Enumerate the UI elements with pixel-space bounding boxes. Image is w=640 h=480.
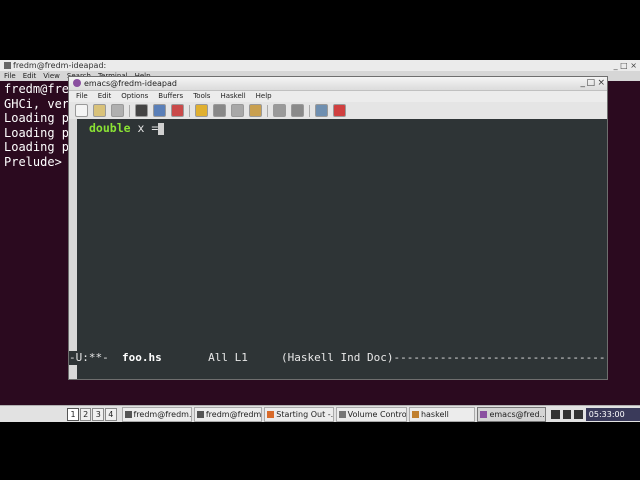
tray-network-icon[interactable] (550, 410, 560, 419)
terminal-output[interactable]: fredm@fredm-ideapad:GHCi, versionLoading… (4, 82, 70, 169)
terminal-line: fredm@fredm-ideapad: (4, 82, 70, 96)
save-as-icon[interactable] (171, 104, 184, 117)
toolbar-separator (267, 104, 268, 117)
task-label: Starting Out -... (276, 410, 334, 419)
modeline-fill: ----------------------------------------… (393, 351, 607, 364)
tray-volume-icon[interactable] (562, 410, 572, 419)
undo-icon[interactable] (195, 104, 208, 117)
left-fringe (69, 119, 77, 351)
close-buffer-icon[interactable] (135, 104, 148, 117)
modeline-modes: (Haskell Ind Doc) (280, 351, 394, 364)
task-terminal-1[interactable]: fredm@fredm... (121, 407, 192, 422)
terminal-icon (196, 411, 204, 418)
new-file-icon[interactable] (75, 104, 88, 117)
terminal-menu-file[interactable]: File (4, 72, 16, 80)
workspace-1[interactable]: 1 (67, 408, 79, 421)
terminal-menu-edit[interactable]: Edit (23, 72, 37, 80)
task-label: haskell (420, 410, 449, 419)
terminal-window-controls[interactable]: _ □ × (614, 60, 637, 71)
menu-haskell[interactable]: Haskell (220, 92, 245, 100)
buffer-text[interactable]: double x = (89, 121, 165, 135)
text-cursor (158, 123, 165, 135)
keyword-double: double (89, 121, 131, 135)
terminal-line: Loading package (4, 125, 70, 140)
task-haskell[interactable]: haskell (408, 407, 476, 422)
task-label: fredm@fredm... (133, 410, 192, 419)
terminal-prompt: Prelude> (4, 154, 62, 169)
toolbar-separator (309, 104, 310, 117)
minibuffer-fringe (69, 365, 77, 379)
menu-tools[interactable]: Tools (193, 92, 210, 100)
toolbar-separator (129, 104, 130, 117)
emacs-menubar: File Edit Options Buffers Tools Haskell Help (69, 91, 607, 102)
toolbar-separator (189, 104, 190, 117)
terminal-icon (4, 62, 11, 69)
menu-edit[interactable]: Edit (98, 92, 112, 100)
minibuffer[interactable] (69, 365, 607, 379)
terminal-line: Loading package (4, 111, 70, 125)
search-icon[interactable] (273, 104, 286, 117)
mode-line[interactable]: -U:**- foo.hs All L1 (Haskell Ind Doc)--… (69, 351, 607, 365)
terminal-line: Loading package (4, 140, 70, 154)
close-button[interactable]: × (597, 77, 605, 90)
terminal-icon (124, 411, 132, 418)
emacs-titlebar[interactable]: emacs@fredm-ideapad _ □ × (69, 77, 607, 91)
task-label: emacs@fred... (489, 410, 546, 419)
paste-icon[interactable] (249, 104, 262, 117)
workspace-2[interactable]: 2 (79, 408, 92, 421)
cut-icon[interactable] (213, 104, 226, 117)
open-folder-icon[interactable] (93, 104, 106, 117)
menu-help[interactable]: Help (256, 92, 272, 100)
save-icon[interactable] (153, 104, 166, 117)
customize-icon[interactable] (315, 104, 328, 117)
emacs-toolbar (69, 102, 607, 120)
emacs-window[interactable]: emacs@fredm-ideapad _ □ × File Edit Option… (68, 76, 608, 380)
speaker-icon (338, 411, 346, 418)
task-label: Volume Control (347, 410, 407, 419)
menu-buffers[interactable]: Buffers (158, 92, 183, 100)
task-emacs[interactable]: emacs@fred... (477, 407, 546, 422)
editor-buffer[interactable]: double x = (69, 119, 607, 351)
tray-battery-icon[interactable] (574, 410, 583, 419)
desktop-screen: fredm@fredm-ideapad: _ □ × File Edit View S… (0, 60, 640, 422)
workspace-3[interactable]: 3 (92, 408, 105, 421)
emacs-title: emacs@fredm-ideapad (84, 79, 177, 88)
maximize-button[interactable]: □ (586, 77, 595, 90)
minimize-button[interactable]: _ (581, 77, 586, 90)
terminal-title: fredm@fredm-ideapad: (13, 61, 107, 70)
browser-icon (267, 411, 275, 418)
print-icon[interactable] (291, 104, 304, 117)
folder-icon (411, 411, 419, 418)
dired-icon[interactable] (111, 104, 124, 117)
workspace-4[interactable]: 4 (105, 408, 117, 421)
emacs-app-icon (73, 79, 81, 87)
menu-file[interactable]: File (76, 92, 88, 100)
terminal-line: GHCi, version (4, 96, 70, 111)
task-label: fredm@fredm... (205, 410, 262, 419)
taskbar: 1 2 3 4 fredm@fredm... fredm@fredm... St… (0, 405, 640, 422)
modeline-position: All L1 (161, 351, 281, 364)
task-browser[interactable]: Starting Out -... (264, 407, 334, 422)
copy-icon[interactable] (231, 104, 244, 117)
task-volume-control[interactable]: Volume Control (335, 407, 407, 422)
emacs-icon (480, 411, 488, 418)
modeline-status: -U:**- (69, 351, 122, 364)
code-rest: x = (130, 121, 159, 135)
clock[interactable]: 05:33:00 PM (585, 408, 640, 421)
buffer-filename: foo.hs (121, 351, 162, 364)
task-terminal-2[interactable]: fredm@fredm... (193, 407, 263, 422)
terminal-menu-view[interactable]: View (43, 72, 60, 80)
help-icon[interactable] (333, 104, 346, 117)
menu-options[interactable]: Options (121, 92, 148, 100)
